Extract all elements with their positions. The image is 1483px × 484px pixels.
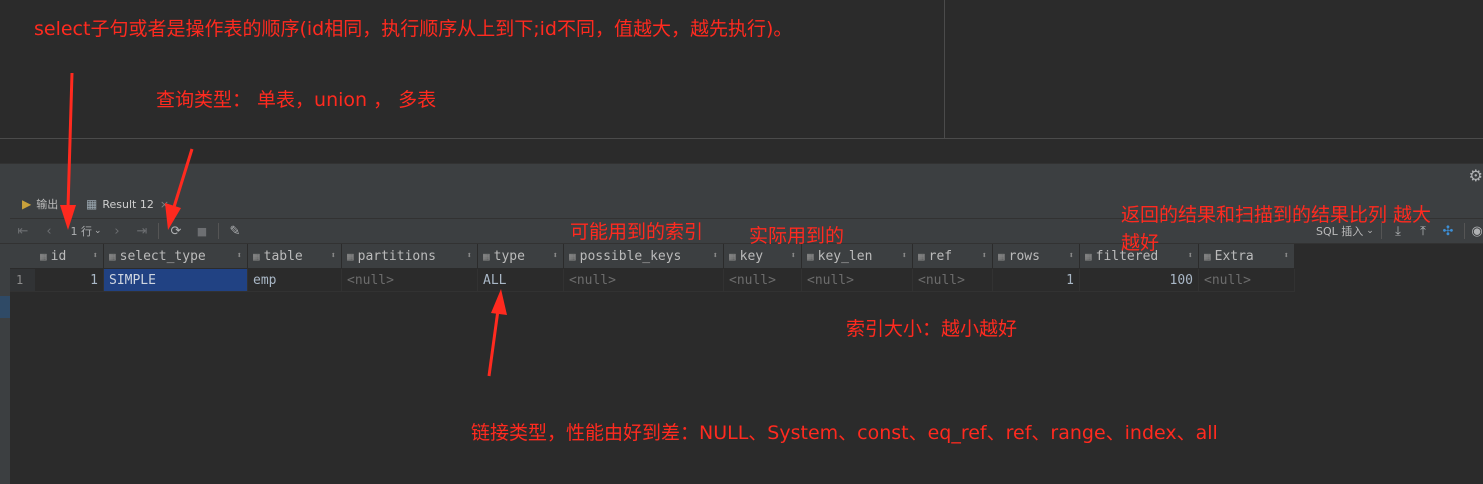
- row-number-header: [10, 244, 35, 268]
- column-header-extra[interactable]: ▦ Extra ⬍: [1199, 244, 1295, 268]
- table-cell-partitions[interactable]: <null>: [342, 269, 478, 291]
- sort-icon[interactable]: ⬍: [237, 251, 242, 261]
- sort-icon[interactable]: ⬍: [467, 251, 472, 261]
- column-header-possible-keys[interactable]: ▦ possible_keys ⬍: [564, 244, 724, 268]
- left-gutter-selection: [0, 296, 10, 318]
- arrow-type: [487, 309, 500, 377]
- column-icon: ▦: [253, 249, 260, 263]
- eye-icon[interactable]: ◉: [1470, 221, 1483, 241]
- column-header-id[interactable]: ▦ id ⬍: [35, 244, 104, 268]
- column-header-partitions[interactable]: ▦ partitions ⬍: [342, 244, 478, 268]
- sort-icon[interactable]: ⬍: [982, 251, 987, 261]
- row-divider: [10, 291, 1295, 292]
- refresh-icon[interactable]: ⟳: [166, 221, 186, 241]
- column-header-label: ref: [928, 248, 953, 264]
- column-icon: ▦: [918, 249, 925, 263]
- column-header-label: Extra: [1214, 248, 1254, 264]
- column-icon: ▦: [998, 249, 1005, 263]
- arrow-type-head: [491, 289, 507, 315]
- prev-page-icon[interactable]: ‹: [40, 221, 58, 241]
- annotation-filtered-line1: 返回的结果和扫描到的结果比列 越大: [1121, 204, 1432, 226]
- column-icon: ▦: [1204, 249, 1211, 263]
- table-cell-extra[interactable]: <null>: [1199, 269, 1295, 291]
- output-icon: ▶: [22, 197, 32, 211]
- tab-result[interactable]: ▦ Result 12 ×: [86, 192, 169, 216]
- sort-icon[interactable]: ⬍: [1069, 251, 1074, 261]
- table-cell-table[interactable]: emp: [248, 269, 342, 291]
- sort-icon[interactable]: ⬍: [1284, 251, 1289, 261]
- column-header-rows[interactable]: ▦ rows ⬍: [993, 244, 1080, 268]
- last-page-icon[interactable]: ⇥: [133, 221, 151, 241]
- column-header-label: key_len: [817, 248, 873, 264]
- column-header-label: select_type: [119, 248, 206, 264]
- column-header-ref[interactable]: ▦ ref ⬍: [913, 244, 993, 268]
- table-cell-type[interactable]: ALL: [478, 269, 564, 291]
- column-header-label: partitions: [357, 248, 436, 264]
- column-header-select-type[interactable]: ▦ select_type ⬍: [104, 244, 248, 268]
- row-count-select[interactable]: 1 行 ⌄: [66, 221, 106, 241]
- annotation-query-type: 查询类型： 单表，union ， 多表: [156, 89, 437, 111]
- sort-icon[interactable]: ⬍: [553, 251, 558, 261]
- column-header-type[interactable]: ▦ type ⬍: [478, 244, 564, 268]
- tab-result-label: Result 12: [102, 197, 154, 211]
- compare-icon[interactable]: ✣: [1439, 221, 1457, 241]
- tab-output-label: 输出: [36, 198, 59, 211]
- chevron-down-icon: ⌄: [93, 226, 102, 236]
- column-header-label: type: [493, 248, 525, 264]
- services-header-bar: [0, 163, 1483, 190]
- editor-lower-band: [0, 139, 1483, 163]
- column-icon: ▦: [569, 249, 576, 263]
- annotation-key-len: 索引大小：越小越好: [846, 318, 1018, 340]
- column-icon: ▦: [729, 249, 736, 263]
- tab-output[interactable]: ▶ 输出: [22, 192, 58, 216]
- annotation-select-order: select子句或者是操作表的顺序(id相同，执行顺序从上到下;id不同，值越大…: [34, 18, 793, 40]
- annotation-possible-keys: 可能用到的索引: [570, 221, 704, 243]
- column-header-label: key: [739, 248, 764, 264]
- close-icon[interactable]: ×: [160, 198, 169, 211]
- table-cell-ref[interactable]: <null>: [913, 269, 993, 291]
- column-icon: ▦: [1085, 249, 1092, 263]
- gear-icon[interactable]: ⚙: [1469, 166, 1483, 185]
- sort-icon[interactable]: ⬍: [331, 251, 336, 261]
- table-icon: ▦: [86, 197, 98, 211]
- column-header-label: possible_keys: [579, 248, 682, 264]
- column-icon: ▦: [483, 249, 490, 263]
- table-cell-key-len[interactable]: <null>: [802, 269, 913, 291]
- row-number[interactable]: 1: [10, 269, 35, 291]
- column-header-label: id: [50, 248, 67, 264]
- pin-icon[interactable]: ✎: [226, 221, 244, 241]
- column-icon: ▦: [347, 249, 354, 263]
- chevron-down-icon: ⌄: [1366, 226, 1374, 236]
- table-cell-possible-keys[interactable]: <null>: [564, 269, 724, 291]
- annotation-filtered-line2: 越好: [1121, 232, 1160, 254]
- column-icon: ▦: [807, 249, 814, 263]
- stop-icon[interactable]: ■: [193, 221, 211, 241]
- sort-icon[interactable]: ⬍: [1188, 251, 1193, 261]
- toolbar-separator: [218, 223, 219, 239]
- toolbar-separator: [1464, 223, 1465, 239]
- table-cell-filtered[interactable]: 100: [1080, 269, 1199, 291]
- table-cell-id[interactable]: 1: [35, 269, 104, 291]
- column-header-table[interactable]: ▦ table ⬍: [248, 244, 342, 268]
- sort-icon[interactable]: ⬍: [713, 251, 718, 261]
- sort-icon[interactable]: ⬍: [791, 251, 796, 261]
- annotation-join-type: 链接类型，性能由好到差：NULL、System、const、eq_ref、ref…: [471, 422, 1218, 444]
- table-cell-select-type[interactable]: SIMPLE: [104, 269, 248, 291]
- sort-icon[interactable]: ⬍: [902, 251, 907, 261]
- editor-split-divider: [944, 0, 945, 138]
- column-header-label: rows: [1008, 248, 1040, 264]
- column-icon: ▦: [109, 249, 116, 263]
- column-header-label: table: [263, 248, 303, 264]
- annotation-actual-key: 实际用到的: [749, 225, 845, 247]
- table-cell-key[interactable]: <null>: [724, 269, 802, 291]
- first-page-icon[interactable]: ⇤: [14, 221, 32, 241]
- toolbar-separator: [158, 223, 159, 239]
- row-count-label: 1 行: [70, 225, 92, 238]
- next-page-icon[interactable]: ›: [108, 221, 126, 241]
- column-icon: ▦: [40, 249, 47, 263]
- sort-icon[interactable]: ⬍: [93, 251, 98, 261]
- table-cell-rows[interactable]: 1: [993, 269, 1080, 291]
